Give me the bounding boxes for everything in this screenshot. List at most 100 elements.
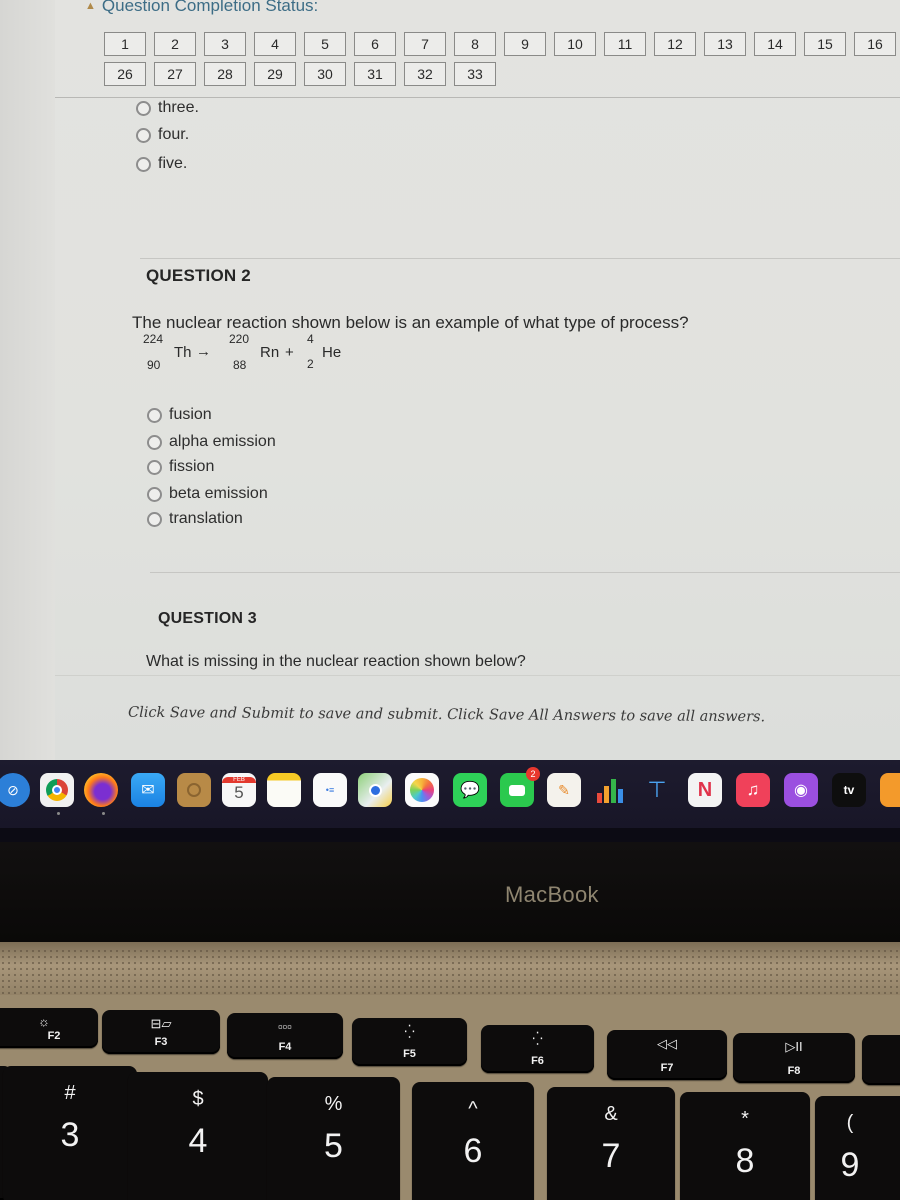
question-2-prompt: The nuclear reaction shown below is an e…	[132, 313, 689, 332]
question-nav-button[interactable]: 9	[504, 32, 546, 56]
radio-button[interactable]	[147, 459, 162, 475]
question-nav-button[interactable]: 31	[354, 62, 396, 86]
running-indicator	[57, 812, 60, 815]
divider	[55, 675, 900, 676]
key-symbol: (	[846, 1112, 854, 1134]
question-nav-button[interactable]: 1	[104, 32, 146, 56]
key-symbol: &	[604, 1103, 618, 1125]
key-f7[interactable]: ◁◁ F7	[607, 1030, 727, 1080]
q1-option[interactable]: four.	[136, 126, 189, 144]
option-label: alpha emission	[169, 433, 276, 450]
key-7[interactable]: & 7	[547, 1087, 675, 1200]
radio-button[interactable]	[147, 486, 162, 502]
apple-tv-icon[interactable]: tv	[832, 773, 866, 807]
q2-option-alpha-emission[interactable]: alpha emission	[147, 433, 276, 451]
contacts-icon[interactable]	[177, 773, 211, 807]
q1-option[interactable]: five.	[136, 155, 187, 173]
key-f8[interactable]: ▷II F8	[733, 1033, 855, 1083]
key-label: F4	[278, 1041, 292, 1053]
question-nav-button[interactable]: 32	[404, 62, 446, 86]
option-label: translation	[169, 510, 243, 527]
completion-status-header[interactable]: ▲ Question Completion Status:	[85, 0, 318, 16]
key-number: 3	[60, 1116, 80, 1154]
maps-icon[interactable]	[358, 773, 392, 807]
notification-badge: 2	[526, 767, 540, 781]
key-5[interactable]: % 5	[267, 1077, 400, 1200]
question-nav-button[interactable]: 12	[654, 32, 696, 56]
key-f9[interactable]	[862, 1035, 900, 1085]
key-number: 7	[601, 1137, 621, 1175]
radio-button[interactable]	[147, 511, 162, 527]
key-f5[interactable]: ⁛ F5	[352, 1018, 467, 1066]
question-nav-button[interactable]: 29	[254, 62, 296, 86]
question-nav-button[interactable]: 6	[354, 32, 396, 56]
question-nav-button[interactable]: 10	[554, 32, 596, 56]
question-nav-button[interactable]: 27	[154, 62, 196, 86]
photos-icon[interactable]	[405, 773, 439, 807]
podcasts-icon[interactable]: ◉	[784, 773, 818, 807]
question-nav-button[interactable]: 13	[704, 32, 746, 56]
messages-icon[interactable]: 💬	[453, 773, 487, 807]
speaker-grille	[0, 948, 900, 994]
key-f6[interactable]: ⁛ F6	[481, 1025, 594, 1073]
books-icon[interactable]	[880, 773, 900, 807]
question-2-heading: QUESTION 2	[146, 266, 251, 285]
keynote-icon[interactable]: ⊤	[640, 773, 674, 807]
product1-atomic-number: 88	[233, 358, 247, 372]
question-nav-button[interactable]: 7	[404, 32, 446, 56]
mail-icon[interactable]: ✉	[131, 773, 165, 807]
reminders-icon[interactable]: •≡	[313, 773, 347, 807]
question-nav-button[interactable]: 14	[754, 32, 796, 56]
radio-button[interactable]	[136, 156, 151, 172]
firefox-icon[interactable]	[84, 773, 118, 807]
key-f2[interactable]: ☼ F2	[0, 1008, 98, 1048]
question-nav-button[interactable]: 8	[454, 32, 496, 56]
question-nav-button[interactable]: 16	[854, 32, 896, 56]
key-3[interactable]: # 3	[3, 1066, 137, 1200]
pages-icon[interactable]: ✎	[547, 773, 581, 807]
radio-button[interactable]	[147, 407, 162, 423]
question-nav-button[interactable]: 15	[804, 32, 846, 56]
q2-option-beta-emission[interactable]: beta emission	[147, 485, 268, 503]
question-nav-button[interactable]: 2	[154, 32, 196, 56]
apple-tv-label: tv	[843, 783, 855, 797]
radio-button[interactable]	[136, 100, 151, 116]
plus-sign: +	[285, 344, 294, 361]
key-f4[interactable]: ▫▫▫ F4	[227, 1013, 343, 1059]
key-number: 6	[463, 1132, 483, 1170]
question-3-heading: QUESTION 3	[158, 610, 257, 627]
q2-option-fusion[interactable]: fusion	[147, 406, 212, 424]
q2-option-fission[interactable]: fission	[147, 458, 214, 476]
q2-option-translation[interactable]: translation	[147, 510, 243, 528]
question-nav-button[interactable]: 33	[454, 62, 496, 86]
key-4[interactable]: $ 4	[128, 1072, 268, 1200]
question-nav-button[interactable]: 4	[254, 32, 296, 56]
q1-option[interactable]: three.	[136, 99, 199, 117]
key-symbol: %	[324, 1093, 343, 1115]
music-icon[interactable]: ♫	[736, 773, 770, 807]
notes-icon[interactable]	[267, 773, 301, 807]
chrome-icon[interactable]	[40, 773, 74, 807]
key-label: F6	[531, 1055, 544, 1067]
laptop-bezel	[0, 842, 900, 942]
key-f3[interactable]: ⊟▱ F3	[102, 1010, 220, 1054]
question-nav-button[interactable]: 28	[204, 62, 246, 86]
news-icon[interactable]: N	[688, 773, 722, 807]
question-nav-button[interactable]: 26	[104, 62, 146, 86]
question-nav-button[interactable]: 5	[304, 32, 346, 56]
radio-button[interactable]	[136, 127, 151, 143]
question-nav-row-1: 1 2 3 4 5 6 7 8 9 10 11 12 13 14 15 16	[104, 32, 900, 56]
question-nav-button[interactable]: 11	[604, 32, 646, 56]
key-label: F5	[403, 1048, 416, 1060]
radio-button[interactable]	[147, 434, 162, 450]
calendar-icon[interactable]: FEB 5	[222, 773, 256, 807]
numbers-icon[interactable]	[593, 773, 627, 807]
question-nav-button[interactable]: 3	[204, 32, 246, 56]
question-nav-button[interactable]: 30	[304, 62, 346, 86]
key-6[interactable]: ^ 6	[412, 1082, 534, 1200]
key-9[interactable]: ( 9	[815, 1096, 900, 1200]
facetime-icon[interactable]: 2	[500, 767, 540, 807]
brightness-up-icon: ☼	[38, 1014, 50, 1029]
key-symbol: $	[192, 1088, 204, 1110]
divider	[55, 97, 900, 98]
